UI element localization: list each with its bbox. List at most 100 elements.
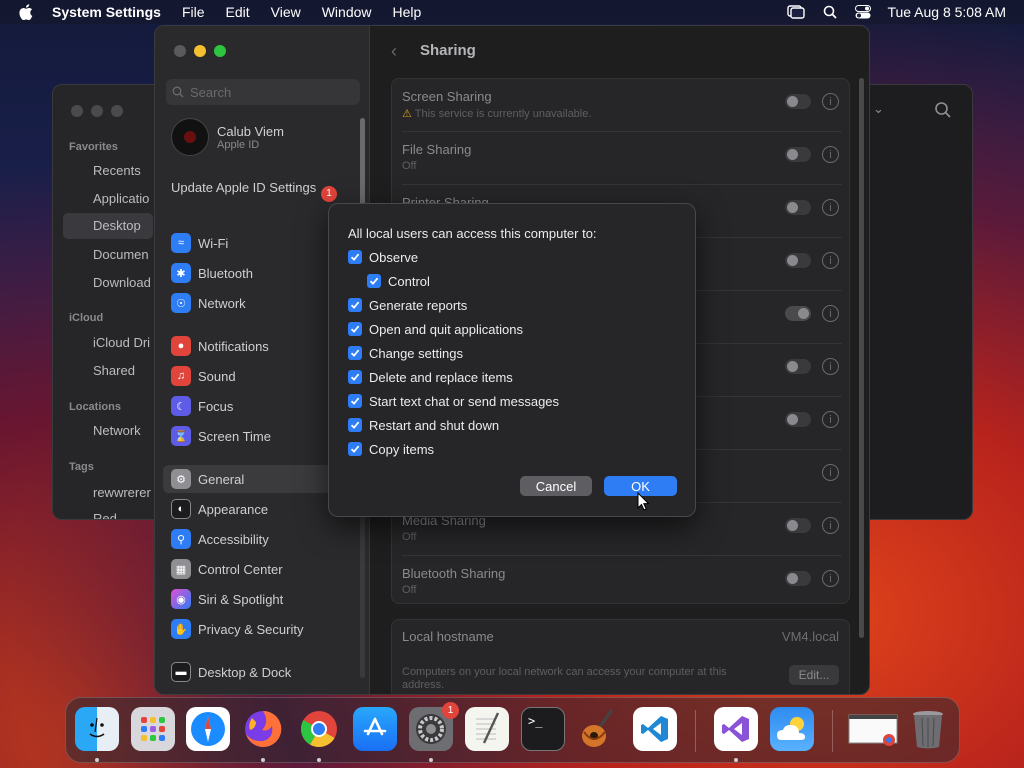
vscode-icon[interactable] — [633, 707, 677, 751]
menu-window[interactable]: Window — [322, 4, 372, 20]
close-button[interactable] — [174, 45, 186, 57]
toggle-screen-sharing[interactable] — [785, 94, 811, 109]
sidebar-item-privacy[interactable]: ✋ Privacy & Security — [171, 615, 303, 643]
zoom-button[interactable] — [214, 45, 226, 57]
chrome-window-icon[interactable] — [846, 707, 902, 751]
toggle[interactable] — [785, 253, 811, 268]
trash-icon[interactable] — [906, 707, 950, 751]
sidebar-item-focus[interactable]: ☾ Focus — [171, 392, 233, 420]
sidebar-item-screen-time[interactable]: ⌛ Screen Time — [171, 422, 271, 450]
info-icon[interactable]: i — [822, 93, 839, 110]
control-center-icon[interactable] — [855, 5, 872, 19]
finder-icon[interactable] — [75, 707, 119, 751]
launchpad-icon[interactable] — [131, 707, 175, 751]
sidebar-item-network[interactable]: ☉ Network — [171, 289, 246, 317]
info-icon[interactable]: i — [822, 411, 839, 428]
checkbox-text-chat[interactable]: Start text chat or send messages — [348, 391, 559, 411]
checkbox-restart-shutdown[interactable]: Restart and shut down — [348, 415, 499, 435]
info-icon[interactable]: i — [822, 252, 839, 269]
sidebar-item-appearance[interactable]: ◐ Appearance — [171, 495, 268, 523]
app-store-icon[interactable] — [353, 707, 397, 751]
sidebar-item-desktop-dock[interactable]: ▬ Desktop & Dock — [171, 658, 291, 686]
finder-tag-1[interactable]: rewwrerer — [93, 485, 151, 500]
wifi-icon: ≈ — [171, 233, 191, 253]
textedit-icon[interactable] — [465, 707, 509, 751]
system-settings-icon[interactable]: 1 — [409, 702, 459, 751]
finder-item-icloud-drive[interactable]: iCloud Dri — [93, 335, 150, 350]
finder-search-icon[interactable] — [934, 101, 952, 124]
hostname-description: Computers on your local network can acce… — [402, 666, 727, 691]
toggle-file-sharing[interactable] — [785, 147, 811, 162]
info-icon[interactable]: i — [822, 305, 839, 322]
info-icon[interactable]: i — [822, 146, 839, 163]
menu-view[interactable]: View — [271, 4, 301, 20]
menu-help[interactable]: Help — [393, 4, 422, 20]
finder-item-network[interactable]: Network — [93, 423, 141, 438]
zoom-dot[interactable] — [111, 105, 123, 117]
checkbox-delete-replace[interactable]: Delete and replace items — [348, 367, 513, 387]
cancel-button[interactable]: Cancel — [520, 476, 592, 496]
back-chevron-icon[interactable]: ‹ — [391, 41, 397, 62]
visual-studio-icon[interactable] — [714, 707, 758, 751]
close-dot[interactable] — [71, 105, 83, 117]
hostname-value: VM4.local — [781, 629, 839, 644]
weather-icon[interactable] — [770, 707, 814, 751]
menu-edit[interactable]: Edit — [226, 4, 250, 20]
settings-search-input[interactable]: Search — [166, 79, 360, 105]
terminal-icon[interactable]: >_ — [521, 707, 565, 751]
toggle[interactable] — [785, 359, 811, 374]
sidebar-item-sound[interactable]: ♫ Sound — [171, 362, 236, 390]
apple-menu-icon[interactable] — [18, 4, 34, 20]
toggle[interactable] — [785, 412, 811, 427]
row-file-sharing: File Sharing Off i — [402, 132, 842, 185]
toggle-printer-sharing[interactable] — [785, 200, 811, 215]
info-icon[interactable]: i — [822, 358, 839, 375]
checkmark-icon — [348, 418, 362, 432]
checkbox-copy-items[interactable]: Copy items — [348, 439, 434, 459]
chrome-icon[interactable] — [297, 707, 341, 751]
update-apple-id-item[interactable]: Update Apple ID Settings 1 — [171, 180, 351, 202]
checkbox-control[interactable]: Control — [367, 271, 430, 291]
toggle-media-sharing[interactable] — [785, 518, 811, 533]
checkbox-observe[interactable]: Observe — [348, 247, 418, 267]
finder-item-downloads[interactable]: Download — [93, 275, 151, 290]
info-icon[interactable]: i — [822, 199, 839, 216]
sidebar-item-wifi[interactable]: ≈ Wi-Fi — [171, 229, 228, 257]
firefox-icon[interactable] — [241, 707, 285, 751]
spotlight-search-icon[interactable] — [823, 5, 838, 19]
menu-app-name[interactable]: System Settings — [52, 4, 161, 20]
apple-id-profile[interactable]: Calub Viem Apple ID — [171, 118, 284, 156]
info-icon[interactable]: i — [822, 570, 839, 587]
chevron-down-icon[interactable]: ⌄ — [873, 101, 884, 117]
main-scrollbar[interactable] — [859, 78, 864, 638]
screen-mirroring-icon[interactable] — [787, 5, 806, 19]
toggle[interactable] — [785, 306, 811, 321]
menu-file[interactable]: File — [182, 4, 205, 20]
minimize-dot[interactable] — [91, 105, 103, 117]
sidebar-item-control-center[interactable]: ▦ Control Center — [171, 555, 283, 583]
hourglass-icon: ⌛ — [171, 426, 191, 446]
minimize-button[interactable] — [194, 45, 206, 57]
finder-item-documents[interactable]: Documen — [93, 247, 149, 262]
sidebar-item-notifications[interactable]: ● Notifications — [171, 332, 269, 360]
row-title: File Sharing — [402, 142, 472, 157]
finder-item-desktop[interactable]: Desktop — [63, 213, 153, 239]
toggle-bluetooth-sharing[interactable] — [785, 571, 811, 586]
sidebar-item-bluetooth[interactable]: ✱ Bluetooth — [171, 259, 253, 287]
sidebar-label: Screen Time — [198, 428, 271, 444]
menu-clock[interactable]: Tue Aug 8 5:08 AM — [887, 4, 1006, 20]
finder-item-recents[interactable]: Recents — [93, 163, 141, 178]
finder-item-shared[interactable]: Shared — [93, 363, 135, 378]
finder-item-applications[interactable]: Applicatio — [93, 191, 149, 206]
garageband-icon[interactable] — [577, 707, 621, 751]
sidebar-item-siri[interactable]: ◉ Siri & Spotlight — [171, 585, 283, 613]
edit-hostname-button[interactable]: Edit... — [789, 665, 839, 685]
checkbox-open-quit[interactable]: Open and quit applications — [348, 319, 523, 339]
checkbox-change-settings[interactable]: Change settings — [348, 343, 463, 363]
info-icon[interactable]: i — [822, 517, 839, 534]
sidebar-item-accessibility[interactable]: ⚲ Accessibility — [171, 525, 269, 553]
checkbox-generate-reports[interactable]: Generate reports — [348, 295, 467, 315]
safari-icon[interactable] — [186, 707, 230, 751]
finder-tag-2[interactable]: Red — [93, 511, 117, 519]
info-icon[interactable]: i — [822, 464, 839, 481]
